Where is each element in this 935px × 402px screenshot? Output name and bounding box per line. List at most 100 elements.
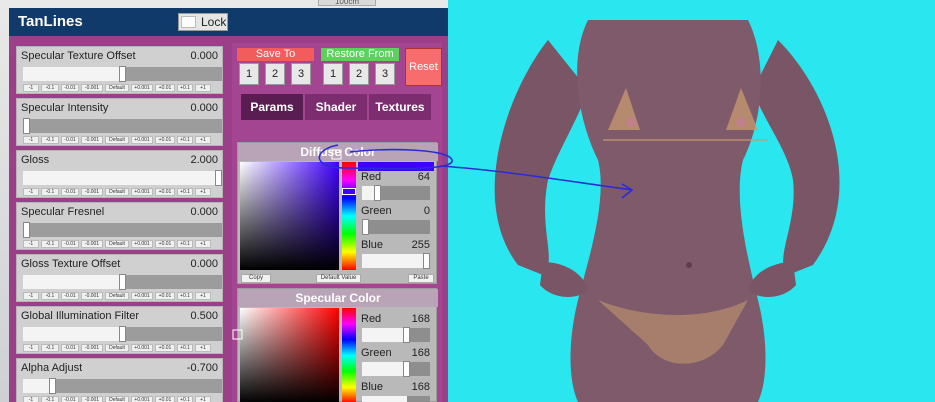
restore-from-3-button[interactable]: 3: [375, 63, 395, 85]
step-button[interactable]: -0.1: [41, 84, 59, 92]
step-button[interactable]: +0.1: [177, 136, 193, 144]
step-button[interactable]: -0.001: [81, 84, 103, 92]
step-button[interactable]: -1: [23, 240, 39, 248]
slider-knob[interactable]: [215, 170, 222, 186]
slider-knob[interactable]: [119, 274, 126, 290]
step-button[interactable]: +0.01: [155, 344, 175, 352]
tab-shader[interactable]: Shader: [305, 94, 367, 120]
slider-knob[interactable]: [49, 378, 56, 394]
step-button[interactable]: -0.1: [41, 136, 59, 144]
step-button[interactable]: -1: [23, 396, 39, 402]
step-button[interactable]: +0.001: [131, 396, 153, 402]
lock-toggle[interactable]: Lock: [178, 13, 228, 31]
save-to-2-button[interactable]: 2: [265, 63, 285, 85]
step-button[interactable]: +0.01: [155, 84, 175, 92]
diffuse-green-slider[interactable]: [362, 219, 430, 235]
step-button[interactable]: -0.01: [61, 84, 79, 92]
step-button[interactable]: Default: [105, 344, 129, 352]
step-button[interactable]: Default: [105, 240, 129, 248]
save-to-1-button[interactable]: 1: [239, 63, 259, 85]
step-button[interactable]: +0.001: [131, 188, 153, 196]
step-button[interactable]: +0.001: [131, 84, 153, 92]
specular-sv-picker[interactable]: [240, 308, 339, 402]
specular-blue-slider[interactable]: [362, 396, 430, 402]
slider-knob[interactable]: [23, 222, 30, 238]
tab-params[interactable]: Params: [241, 94, 303, 120]
step-button[interactable]: +0.1: [177, 84, 193, 92]
default-value-button[interactable]: Default Value: [316, 274, 361, 283]
step-button[interactable]: +1: [195, 136, 211, 144]
step-button[interactable]: -1: [23, 136, 39, 144]
restore-from-2-button[interactable]: 2: [349, 63, 369, 85]
step-button[interactable]: +1: [195, 188, 211, 196]
step-button[interactable]: +1: [195, 292, 211, 300]
slider-knob[interactable]: [119, 66, 126, 82]
step-button[interactable]: -0.1: [41, 292, 59, 300]
step-button[interactable]: +1: [195, 84, 211, 92]
step-button[interactable]: -0.1: [41, 240, 59, 248]
specular-green-knob[interactable]: [403, 361, 410, 377]
step-button[interactable]: -1: [23, 84, 39, 92]
step-button[interactable]: +0.001: [131, 240, 153, 248]
slider-track[interactable]: [23, 274, 222, 290]
step-button[interactable]: +0.1: [177, 344, 193, 352]
step-button[interactable]: Default: [105, 84, 129, 92]
step-button[interactable]: -0.01: [61, 344, 79, 352]
step-button[interactable]: +0.1: [177, 240, 193, 248]
step-button[interactable]: -0.1: [41, 396, 59, 402]
slider-track[interactable]: [23, 378, 222, 394]
step-button[interactable]: -0.001: [81, 240, 103, 248]
step-button[interactable]: -0.001: [81, 136, 103, 144]
diffuse-sv-picker[interactable]: [240, 162, 339, 270]
slider-track[interactable]: [23, 222, 222, 238]
step-button[interactable]: +0.1: [177, 396, 193, 402]
slider-track[interactable]: [23, 66, 222, 82]
slider-knob[interactable]: [23, 118, 30, 134]
slider-track[interactable]: [23, 326, 222, 342]
step-button[interactable]: Default: [105, 292, 129, 300]
step-button[interactable]: -0.01: [61, 396, 79, 402]
restore-from-1-button[interactable]: 1: [323, 63, 343, 85]
step-button[interactable]: +0.01: [155, 240, 175, 248]
step-button[interactable]: -0.1: [41, 344, 59, 352]
step-button[interactable]: -0.01: [61, 292, 79, 300]
diffuse-red-slider[interactable]: [362, 185, 430, 201]
step-button[interactable]: +0.001: [131, 136, 153, 144]
lock-checkbox[interactable]: [181, 16, 196, 28]
step-button[interactable]: Default: [105, 396, 129, 402]
slider-track[interactable]: [23, 118, 222, 134]
step-button[interactable]: +0.001: [131, 344, 153, 352]
step-button[interactable]: +1: [195, 240, 211, 248]
specular-hue-slider[interactable]: [342, 308, 356, 402]
diffuse-green-knob[interactable]: [362, 219, 369, 235]
step-button[interactable]: +1: [195, 396, 211, 402]
step-button[interactable]: -0.001: [81, 396, 103, 402]
step-button[interactable]: -1: [23, 188, 39, 196]
diffuse-hue-knob[interactable]: [342, 188, 356, 195]
step-button[interactable]: -0.01: [61, 240, 79, 248]
step-button[interactable]: -0.001: [81, 188, 103, 196]
step-button[interactable]: +1: [195, 344, 211, 352]
step-button[interactable]: +0.001: [131, 292, 153, 300]
diffuse-red-knob[interactable]: [374, 185, 381, 201]
slider-knob[interactable]: [119, 326, 126, 342]
specular-red-knob[interactable]: [403, 327, 410, 343]
step-button[interactable]: -0.001: [81, 292, 103, 300]
step-button[interactable]: -0.01: [61, 136, 79, 144]
copy-button[interactable]: Copy: [241, 274, 271, 283]
paste-button[interactable]: Paste: [408, 274, 434, 283]
specular-green-slider[interactable]: [362, 361, 430, 377]
slider-track[interactable]: [23, 170, 222, 186]
step-button[interactable]: +0.1: [177, 188, 193, 196]
step-button[interactable]: -1: [23, 292, 39, 300]
step-button[interactable]: +0.01: [155, 292, 175, 300]
tab-textures[interactable]: Textures: [369, 94, 431, 120]
step-button[interactable]: Default: [105, 188, 129, 196]
step-button[interactable]: +0.1: [177, 292, 193, 300]
specular-red-slider[interactable]: [362, 327, 430, 343]
step-button[interactable]: +0.01: [155, 188, 175, 196]
diffuse-blue-slider[interactable]: [362, 253, 430, 269]
reset-button[interactable]: Reset: [405, 48, 442, 86]
step-button[interactable]: -0.001: [81, 344, 103, 352]
step-button[interactable]: +0.01: [155, 136, 175, 144]
